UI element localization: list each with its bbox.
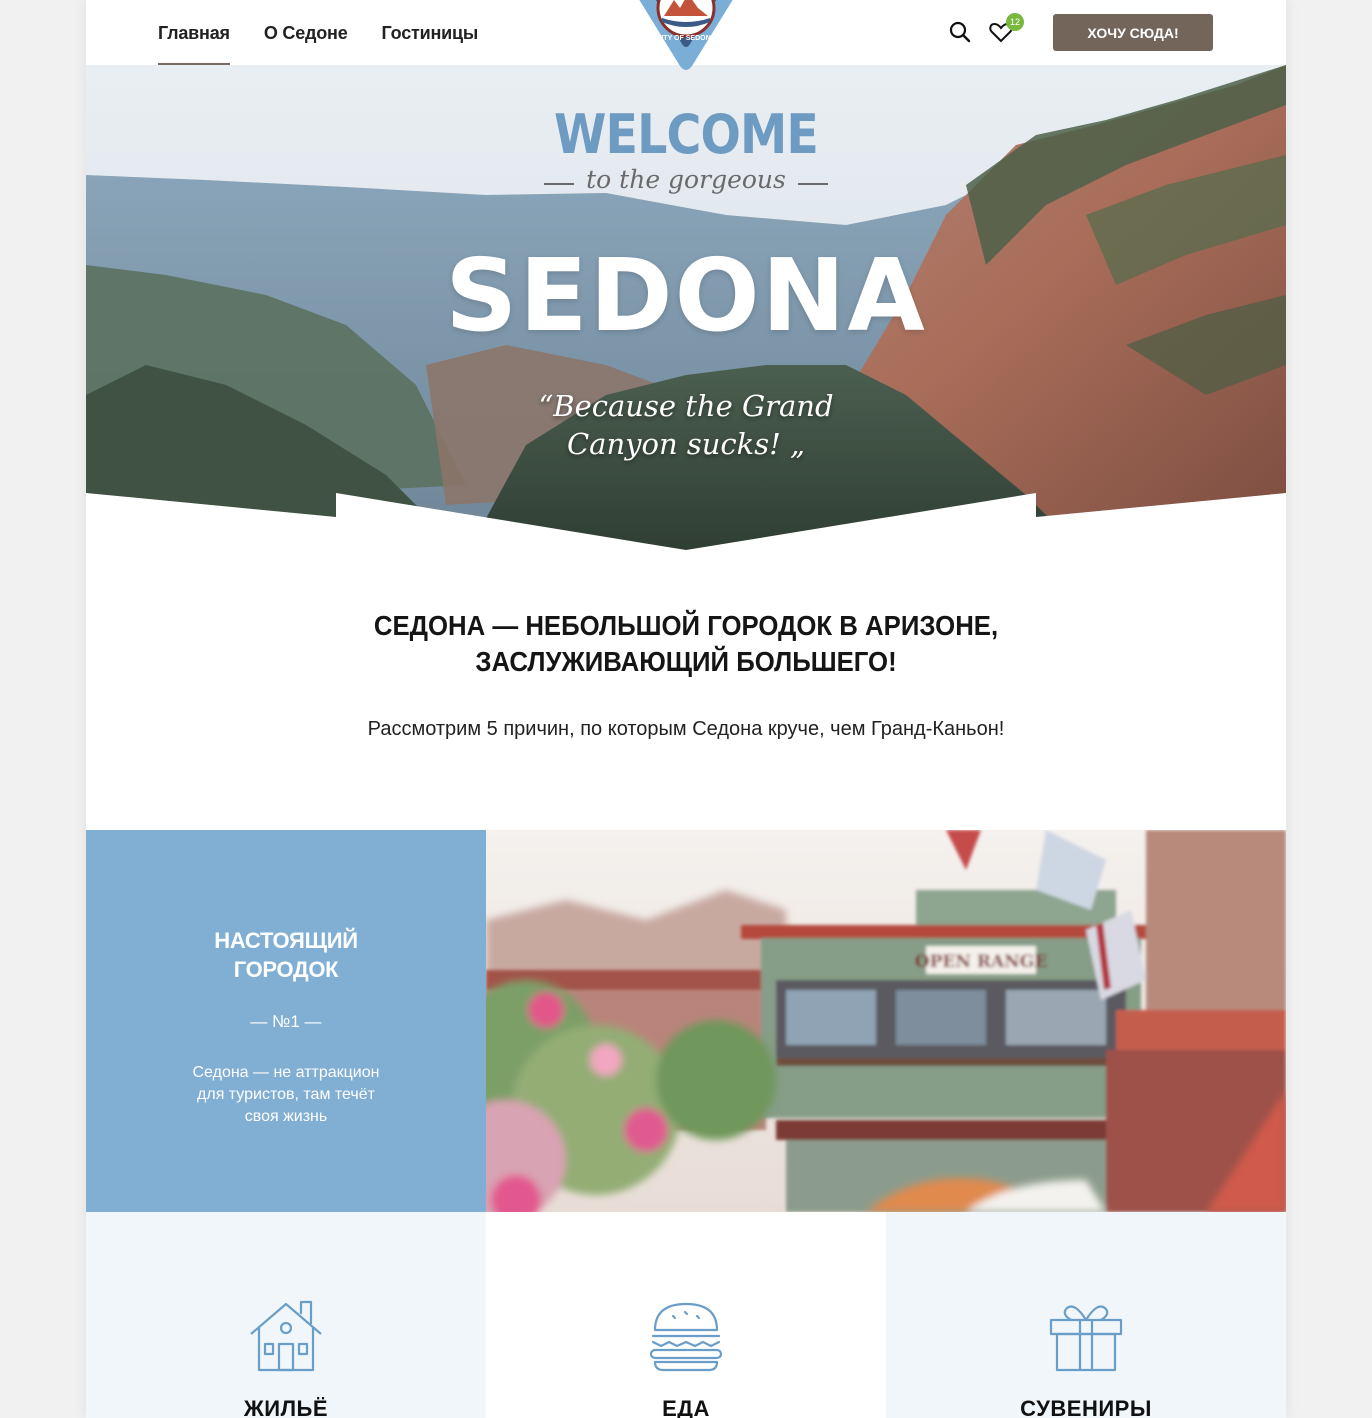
house-icon	[250, 1300, 322, 1372]
category-souvenirs[interactable]: СУВЕНИРЫ	[886, 1212, 1286, 1418]
category-label: ЕДА	[662, 1396, 710, 1418]
gift-icon	[1049, 1305, 1123, 1372]
category-label: СУВЕНИРЫ	[1020, 1396, 1152, 1418]
hero-quote-line-1: “Because the Grand	[538, 389, 834, 423]
town-street-photo: OPEN RANGE	[486, 830, 1286, 1212]
intro-heading-line-2: ЗАСЛУЖИВАЮЩИЙ БОЛЬШЕГО!	[475, 646, 897, 677]
favorites-count-badge: 12	[1006, 13, 1024, 31]
nav-item-home[interactable]: Главная	[158, 0, 230, 65]
intro-heading-line-1: СЕДОНА — НЕБОЛЬШОЙ ГОРОДОК В АРИЗОНЕ,	[373, 610, 999, 641]
reason-description-line-3: своя жизнь	[244, 1108, 328, 1125]
reason-number: — №1 —	[250, 1012, 322, 1031]
hero-city-title: SEDONA	[445, 237, 927, 354]
city-of-sedona-logo[interactable]: CITY OF SEDONA	[616, 0, 756, 70]
page: Главная О Седоне Гостиницы 12 ХОЧУ СЮДА!…	[86, 0, 1286, 1418]
main-nav: Главная О Седоне Гостиницы	[158, 0, 478, 65]
category-food[interactable]: ЕДА	[486, 1212, 886, 1418]
intro-subtitle: Рассмотрим 5 причин, по которым Седона к…	[367, 718, 1005, 740]
reason-title-line-2: ГОРОДОК	[233, 957, 339, 982]
reason-description: Седона — не аттракцион для туристов, там…	[181, 1062, 391, 1128]
hero-banner: WELCOME to the gorgeous SEDONA “Because …	[86, 65, 1286, 555]
reason-description-line-2: для туристов, там течёт	[197, 1086, 375, 1103]
reason-card: НАСТОЯЩИЙ ГОРОДОК — №1 — Седона — не атт…	[86, 830, 486, 1212]
logo-text: CITY OF SEDONA	[656, 35, 715, 42]
search-icon[interactable]	[948, 20, 972, 44]
reason-title: НАСТОЯЩИЙ ГОРОДОК	[86, 926, 486, 984]
intro-heading: СЕДОНА — НЕБОЛЬШОЙ ГОРОДОК В АРИЗОНЕ, ЗА…	[134, 608, 1238, 680]
shop-sign: OPEN RANGE	[915, 952, 1047, 972]
burger-icon	[649, 1302, 723, 1372]
category-label: ЖИЛЬЁ	[243, 1396, 329, 1418]
divider	[544, 182, 575, 185]
category-housing[interactable]: ЖИЛЬЁ	[86, 1212, 486, 1418]
divider	[797, 182, 828, 185]
reason-description-line-1: Седона — не аттракцион	[192, 1064, 380, 1081]
hero-quote: “Because the Grand Canyon sucks! „	[516, 387, 856, 463]
gorgeous-subheading: to the gorgeous	[86, 165, 1286, 194]
reason-title-line-1: НАСТОЯЩИЙ	[214, 928, 358, 953]
gorgeous-text: to the gorgeous	[586, 165, 786, 194]
welcome-heading: WELCOME	[553, 103, 819, 166]
want-to-go-button[interactable]: ХОЧУ СЮДА!	[1053, 14, 1213, 51]
nav-item-about[interactable]: О Седоне	[264, 0, 348, 65]
hero-quote-line-2: Canyon sucks! „	[566, 427, 806, 461]
nav-item-hotels[interactable]: Гостиницы	[382, 0, 479, 65]
